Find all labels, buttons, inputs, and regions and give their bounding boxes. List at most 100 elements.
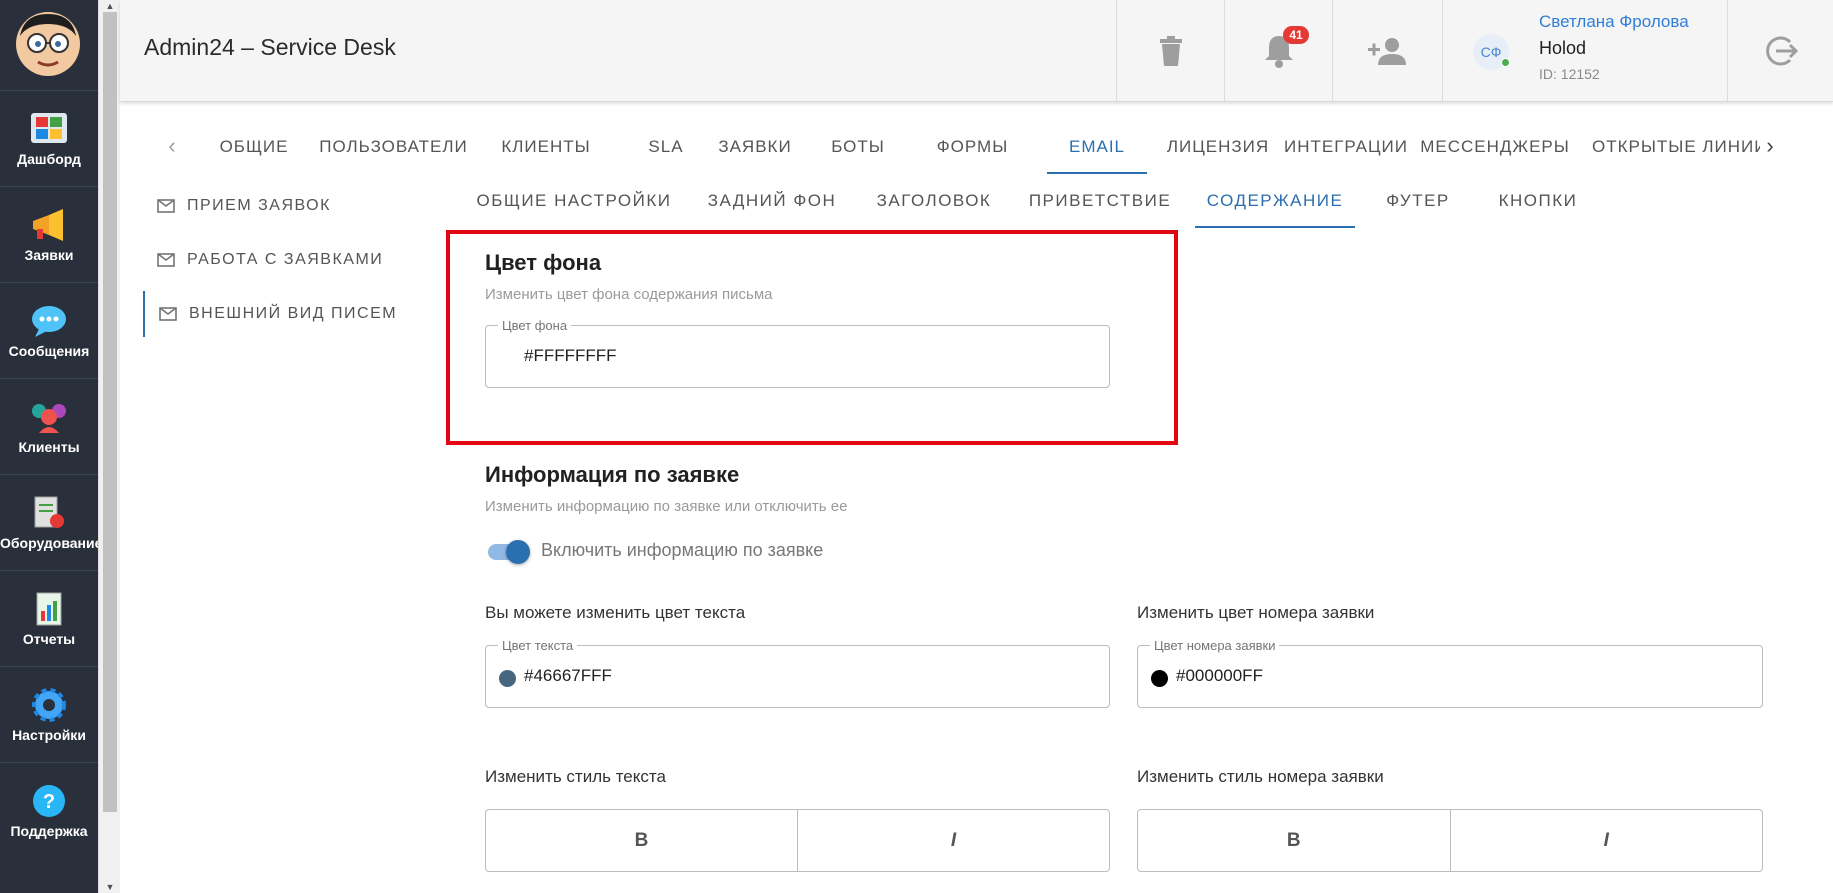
subtab-general-settings[interactable]: ОБЩИЕ НАСТРОЙКИ — [474, 180, 674, 228]
user-id: ID: 12152 — [1539, 66, 1600, 82]
scroll-down-arrow-icon[interactable]: ▼ — [99, 881, 121, 893]
side-menu-label: ВНЕШНИЙ ВИД ПИСЕМ — [189, 305, 398, 322]
number-color-field-label: Цвет номера заявки — [1150, 638, 1280, 653]
rail-item-messages[interactable]: Сообщения — [0, 282, 98, 378]
notification-count-badge: 41 — [1283, 26, 1309, 44]
tab-users[interactable]: ПОЛЬЗОВАТЕЛИ — [310, 124, 477, 174]
rail-label: Заявки — [24, 247, 74, 263]
trash-icon — [1159, 36, 1182, 66]
subtab-buttons[interactable]: КНОПКИ — [1486, 180, 1590, 228]
tabs-scroll-right-icon[interactable]: › — [1758, 134, 1782, 158]
rail-item-support[interactable]: ? Поддержка — [0, 762, 98, 858]
background-section-description: Изменить цвет фона содержания письма — [485, 286, 773, 303]
ticket-info-section-title: Информация по заявке — [485, 462, 740, 487]
main-settings-tabs: ‹ ОБЩИЕ ПОЛЬЗОВАТЕЛИ КЛИЕНТЫ SLA ЗАЯВКИ … — [150, 124, 1790, 174]
subtab-greeting[interactable]: ПРИВЕТСТВИЕ — [1020, 180, 1180, 228]
text-color-swatch[interactable] — [499, 670, 516, 687]
number-style-heading: Изменить стиль номера заявки — [1137, 767, 1384, 786]
rail-label: Дашборд — [17, 151, 81, 167]
user-profile[interactable]: СФ Светлана Фролова Holod ID: 12152 — [1442, 0, 1727, 102]
user-cartoon-avatar[interactable] — [14, 10, 82, 78]
tab-sla[interactable]: SLA — [616, 124, 716, 174]
mail-settings-icon — [157, 253, 175, 267]
ticket-info-section-description: Изменить информацию по заявке или отключ… — [485, 498, 848, 515]
scroll-up-arrow-icon[interactable]: ▲ — [99, 0, 121, 12]
rail-label: Отчеты — [22, 631, 76, 647]
text-color-value[interactable]: #46667FFF — [524, 666, 612, 686]
toggle-knob — [506, 540, 530, 564]
notifications-button[interactable]: 41 — [1224, 0, 1332, 102]
number-color-field[interactable]: Цвет номера заявки #000000FF — [1137, 638, 1763, 708]
user-name[interactable]: Светлана Фролова — [1539, 12, 1689, 32]
tab-general[interactable]: ОБЩИЕ — [206, 124, 302, 174]
online-status-dot — [1501, 58, 1510, 67]
side-menu-label: РАБОТА С ЗАЯВКАМИ — [187, 251, 384, 268]
app-title: Admin24 – Service Desk — [144, 34, 396, 60]
ticket-info-toggle-label: Включить информацию по заявке — [541, 540, 824, 560]
rail-item-settings[interactable]: Настройки — [0, 666, 98, 762]
text-color-heading: Вы можете изменить цвет текста — [485, 603, 746, 622]
mail-inbox-icon — [157, 199, 175, 213]
top-app-bar: Admin24 – Service Desk 41 СФ Светлана Фр… — [120, 0, 1833, 102]
background-section-title: Цвет фона — [485, 250, 602, 275]
text-bold-button[interactable]: B — [486, 810, 797, 871]
text-italic-button[interactable]: I — [797, 810, 1109, 871]
subtab-content[interactable]: СОДЕРЖАНИЕ — [1195, 180, 1355, 228]
logout-button[interactable] — [1727, 0, 1833, 102]
tabs-scroll-left-icon[interactable]: ‹ — [160, 134, 184, 158]
megaphone-icon — [33, 209, 63, 241]
subtab-background[interactable]: ЗАДНИЙ ФОН — [694, 180, 850, 228]
logout-icon — [1765, 36, 1798, 66]
side-menu-email-appearance[interactable]: ВНЕШНИЙ ВИД ПИСЕМ — [143, 291, 423, 337]
svg-text:?: ? — [43, 791, 55, 813]
page-scrollbar[interactable]: ▲ ▼ — [98, 0, 120, 893]
side-menu-ticket-work[interactable]: РАБОТА С ЗАЯВКАМИ — [143, 237, 423, 283]
help-icon: ? — [33, 785, 65, 817]
number-color-swatch[interactable] — [1151, 670, 1168, 687]
tab-clients[interactable]: КЛИЕНТЫ — [485, 124, 607, 174]
rail-item-tickets[interactable]: Заявки — [0, 186, 98, 282]
text-style-heading: Изменить стиль текста — [485, 767, 666, 786]
rail-item-reports[interactable]: Отчеты — [0, 570, 98, 666]
background-color-field[interactable]: Цвет фона #FFFFFFFF — [485, 318, 1110, 388]
text-style-toggle-group: B I — [485, 809, 1110, 872]
tab-open-lines[interactable]: ОТКРЫТЫЕ ЛИНИИ — [1584, 124, 1760, 174]
side-menu-ticket-intake[interactable]: ПРИЕМ ЗАЯВОК — [143, 183, 423, 229]
rail-label: Клиенты — [18, 439, 80, 455]
subtab-header[interactable]: ЗАГОЛОВОК — [866, 180, 1002, 228]
tab-forms[interactable]: ФОРМЫ — [915, 124, 1030, 174]
ticket-info-toggle[interactable] — [486, 540, 530, 564]
side-menu-label: ПРИЕМ ЗАЯВОК — [187, 197, 331, 214]
clients-icon — [32, 404, 66, 433]
add-user-button[interactable] — [1332, 0, 1440, 102]
text-color-field-label: Цвет текста — [498, 638, 578, 653]
number-color-heading: Изменить цвет номера заявки — [1137, 603, 1375, 622]
background-color-field-label: Цвет фона — [498, 318, 572, 333]
subtab-footer[interactable]: ФУТЕР — [1370, 180, 1466, 228]
rail-label: Оборудование — [0, 535, 103, 551]
add-user-icon — [1367, 38, 1406, 65]
text-color-field[interactable]: Цвет текста #46667FFF — [485, 638, 1110, 708]
tab-tickets[interactable]: ЗАЯВКИ — [705, 124, 805, 174]
rail-item-clients[interactable]: Клиенты — [0, 378, 98, 474]
scroll-thumb[interactable] — [103, 12, 117, 812]
rail-item-equipment[interactable]: Оборудование — [0, 474, 103, 570]
reports-icon — [36, 592, 62, 626]
tab-bots[interactable]: БОТЫ — [808, 124, 908, 174]
tab-messengers[interactable]: МЕССЕНДЖЕРЫ — [1412, 124, 1578, 174]
number-italic-button[interactable]: I — [1449, 810, 1763, 871]
background-color-value[interactable]: #FFFFFFFF — [524, 346, 617, 366]
chat-bubble-icon — [32, 306, 66, 337]
trash-button[interactable] — [1116, 0, 1224, 102]
number-bold-button[interactable]: B — [1138, 810, 1450, 871]
tab-integrations[interactable]: ИНТЕГРАЦИИ — [1264, 124, 1428, 174]
rail-item-dashboard[interactable]: Дашборд — [0, 90, 98, 186]
number-color-value[interactable]: #000000FF — [1176, 666, 1263, 686]
mail-edit-icon — [159, 307, 177, 321]
left-nav-rail: Дашборд Заявки Сообщения Клиенты Оборудо… — [0, 0, 103, 893]
settings-gear-icon — [32, 688, 66, 722]
rail-label: Настройки — [12, 727, 86, 743]
equipment-icon — [34, 496, 64, 528]
number-style-toggle-group: B I — [1137, 809, 1763, 872]
tab-email[interactable]: EMAIL — [1047, 124, 1147, 174]
